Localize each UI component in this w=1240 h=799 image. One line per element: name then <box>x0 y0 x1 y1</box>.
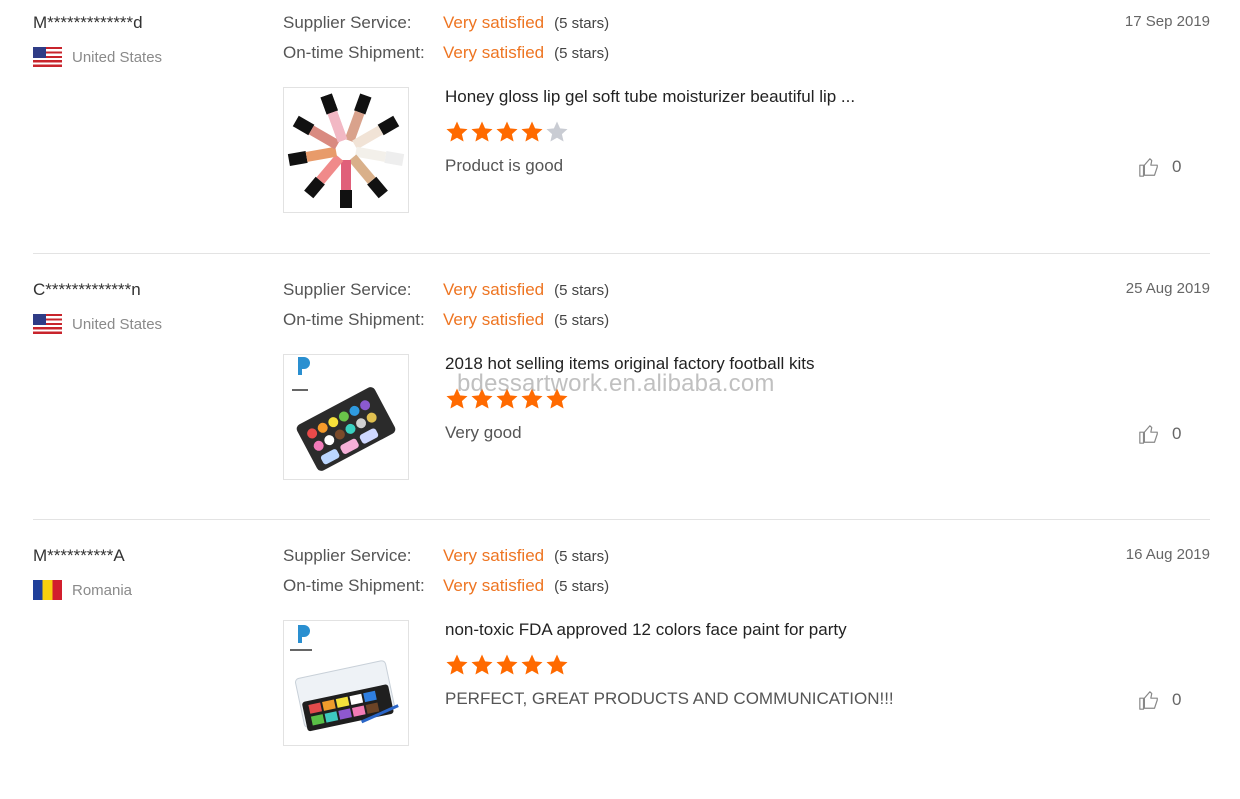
shipment-value: Very satisfied <box>443 310 545 329</box>
supplier-service-row: Supplier Service: Very satisfied (5 star… <box>283 280 609 300</box>
us-flag-icon <box>33 47 62 67</box>
reviewer-name: M**********A <box>33 546 125 565</box>
star-filled-icon <box>546 654 568 675</box>
review-divider <box>33 519 1210 520</box>
star-filled-icon <box>446 121 468 142</box>
thumbs-up-icon <box>1139 158 1158 177</box>
like-count: 0 <box>1172 157 1182 176</box>
product-thumbnail[interactable] <box>283 620 409 746</box>
supplier-service-stars: (5 stars) <box>554 548 610 565</box>
like-count: 0 <box>1172 424 1182 443</box>
shipment-row: On-time Shipment: Very satisfied (5 star… <box>283 576 609 596</box>
star-filled-icon <box>496 121 518 142</box>
review-item: C*************n United States Supplier S… <box>0 267 1240 533</box>
shipment-value: Very satisfied <box>443 43 545 62</box>
supplier-service-stars: (5 stars) <box>554 282 610 299</box>
star-filled-icon <box>471 121 493 142</box>
like-button[interactable]: 0 <box>1138 156 1181 178</box>
shipment-label: On-time Shipment: <box>283 576 425 595</box>
like-button[interactable]: 0 <box>1138 423 1181 445</box>
us-flag-icon <box>33 314 62 334</box>
supplier-service-stars: (5 stars) <box>554 15 610 32</box>
star-filled-icon <box>521 654 543 675</box>
supplier-service-value: Very satisfied <box>443 546 545 565</box>
reviewer-name: M*************d <box>33 13 143 32</box>
reviewer-name: C*************n <box>33 280 141 299</box>
review-date: 16 Aug 2019 <box>1125 546 1210 563</box>
product-thumbnail[interactable] <box>283 87 409 213</box>
review-comment: Product is good <box>445 156 564 175</box>
review-item: M*************d United States Supplier S… <box>0 0 1240 266</box>
star-filled-icon <box>446 654 468 675</box>
shipment-stars: (5 stars) <box>554 578 610 595</box>
shipment-label: On-time Shipment: <box>283 43 425 62</box>
supplier-service-label: Supplier Service: <box>283 546 412 565</box>
star-filled-icon <box>471 654 493 675</box>
country-name: Romania <box>72 581 133 599</box>
face-paint-palette-image <box>284 355 408 479</box>
shipment-stars: (5 stars) <box>554 312 610 329</box>
review-divider <box>33 253 1210 254</box>
supplier-service-value: Very satisfied <box>443 280 545 299</box>
like-count: 0 <box>1172 690 1182 709</box>
face-paint-kit-image <box>284 621 408 745</box>
star-empty-icon <box>546 121 568 142</box>
thumbs-up-icon <box>1139 691 1158 710</box>
reviewer-country: Romania <box>33 580 132 600</box>
review-date: 17 Sep 2019 <box>1124 13 1210 30</box>
product-rating <box>445 120 570 144</box>
product-title-link[interactable]: Honey gloss lip gel soft tube moisturize… <box>445 87 855 107</box>
thumbs-up-icon <box>1139 425 1158 444</box>
review-date: 25 Aug 2019 <box>1125 280 1210 297</box>
shipment-stars: (5 stars) <box>554 45 610 62</box>
watermark: bdessartwork.en.alibaba.com <box>457 370 775 397</box>
star-filled-icon <box>521 121 543 142</box>
supplier-service-row: Supplier Service: Very satisfied (5 star… <box>283 13 609 33</box>
country-name: United States <box>72 48 163 66</box>
shipment-row: On-time Shipment: Very satisfied (5 star… <box>283 310 609 330</box>
lip-gloss-image <box>284 88 408 212</box>
review-item: M**********A Romania Supplier Service: V… <box>0 533 1240 799</box>
product-rating <box>445 653 570 677</box>
supplier-service-label: Supplier Service: <box>283 280 412 299</box>
reviewer-country: United States <box>33 314 162 334</box>
product-title-link[interactable]: non-toxic FDA approved 12 colors face pa… <box>445 620 847 640</box>
product-thumbnail[interactable] <box>283 354 409 480</box>
country-name: United States <box>72 315 163 333</box>
supplier-service-label: Supplier Service: <box>283 13 412 32</box>
star-filled-icon <box>496 654 518 675</box>
review-comment: Very good <box>445 423 522 442</box>
review-comment: PERFECT, GREAT PRODUCTS AND COMMUNICATIO… <box>445 689 894 708</box>
shipment-value: Very satisfied <box>443 576 545 595</box>
like-button[interactable]: 0 <box>1138 689 1181 711</box>
supplier-service-row: Supplier Service: Very satisfied (5 star… <box>283 546 609 566</box>
supplier-service-value: Very satisfied <box>443 13 545 32</box>
romania-flag-icon <box>33 580 62 600</box>
shipment-row: On-time Shipment: Very satisfied (5 star… <box>283 43 609 63</box>
shipment-label: On-time Shipment: <box>283 310 425 329</box>
reviewer-country: United States <box>33 47 162 67</box>
